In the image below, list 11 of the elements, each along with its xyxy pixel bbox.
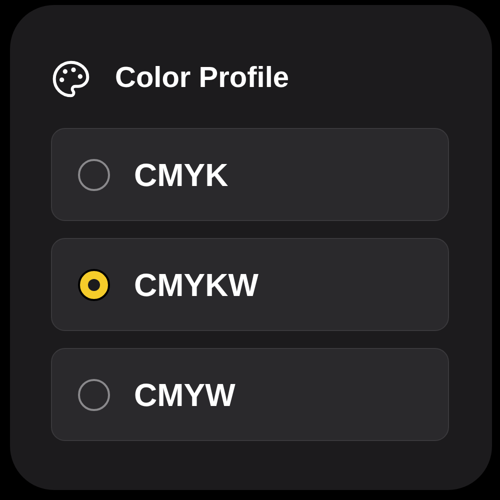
radio-option[interactable]: CMYW bbox=[51, 348, 449, 441]
option-label: CMYK bbox=[134, 156, 228, 194]
radio-button[interactable] bbox=[78, 158, 110, 190]
option-label: CMYW bbox=[134, 376, 236, 414]
option-label: CMYKW bbox=[134, 266, 258, 304]
radio-button[interactable] bbox=[78, 268, 110, 300]
panel-title: Color Profile bbox=[115, 61, 290, 96]
radio-button[interactable] bbox=[78, 378, 110, 410]
radio-option[interactable]: CMYKW bbox=[51, 238, 449, 331]
radio-option[interactable]: CMYK bbox=[51, 128, 449, 221]
palette-icon bbox=[51, 59, 91, 99]
